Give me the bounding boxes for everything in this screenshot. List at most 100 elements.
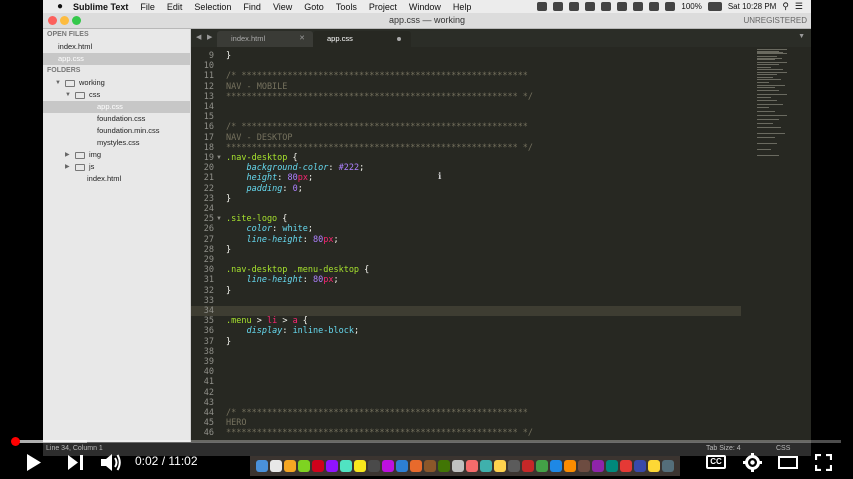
code-line[interactable]: height: 80px;	[226, 173, 313, 183]
video-progress-bar[interactable]	[10, 437, 841, 446]
status-icon-d[interactable]	[585, 2, 596, 11]
code-line[interactable]: ****************************************…	[226, 143, 533, 153]
closed-captions-button[interactable]: CC	[706, 455, 726, 469]
code-line[interactable]: ****************************************…	[226, 428, 533, 438]
minimap-line	[757, 115, 787, 116]
code-line[interactable]: .site-logo {	[226, 214, 287, 224]
tree-file[interactable]: foundation.css	[43, 113, 190, 125]
tab-close-icon[interactable]: ✕	[299, 31, 305, 47]
code-line[interactable]: line-height: 80px;	[226, 275, 338, 285]
tree-folder[interactable]: ▶ img	[43, 149, 190, 161]
status-icon-a[interactable]	[537, 2, 548, 11]
menu-edit[interactable]: Edit	[161, 2, 189, 12]
tree-folder[interactable]: ▼ working	[43, 77, 190, 89]
tree-file[interactable]: foundation.min.css	[43, 125, 190, 137]
code-line[interactable]: HERO	[226, 418, 246, 428]
tree-item-label: mystyles.css	[97, 138, 140, 147]
tab-left-arrow-icon[interactable]: ◀	[196, 33, 201, 41]
open-file-index-html[interactable]: index.html	[43, 41, 190, 53]
menu-find[interactable]: Find	[237, 2, 267, 12]
minimap-line	[757, 94, 787, 95]
code-line[interactable]: }	[226, 337, 231, 347]
menu-help[interactable]: Help	[447, 2, 478, 12]
tree-file[interactable]: mystyles.css	[43, 137, 190, 149]
code-line[interactable]: ****************************************…	[226, 92, 533, 102]
menu-project[interactable]: Project	[363, 2, 403, 12]
volume-icon[interactable]	[100, 452, 122, 473]
code-line[interactable]: }	[226, 194, 231, 204]
apple-icon[interactable]: ●	[53, 1, 67, 12]
minimap-line	[757, 133, 785, 134]
menu-window[interactable]: Window	[403, 2, 447, 12]
code-line[interactable]: padding: 0;	[226, 184, 302, 194]
code-line[interactable]: }	[226, 245, 231, 255]
code-line[interactable]: NAV - MOBILE	[226, 82, 287, 92]
tab-right-arrow-icon[interactable]: ▶	[207, 33, 212, 41]
code-line[interactable]: NAV - DESKTOP	[226, 133, 293, 143]
code-line[interactable]: /* *************************************…	[226, 408, 528, 418]
status-icon-b[interactable]	[553, 2, 564, 11]
code-line[interactable]: background-color: #222;	[226, 163, 364, 173]
fold-arrow-icon[interactable]: ▼	[216, 214, 222, 224]
open-files-header: OPEN FILES	[47, 31, 89, 38]
menu-view[interactable]: View	[267, 2, 298, 12]
bluetooth-icon[interactable]	[633, 2, 644, 11]
tree-file[interactable]: index.html	[43, 173, 190, 185]
minimap[interactable]	[755, 49, 795, 169]
disclosure-closed-icon[interactable]: ▶	[65, 149, 70, 161]
line-number: 42	[203, 387, 214, 398]
volume-icon[interactable]	[665, 2, 676, 11]
tree-folder[interactable]: ▼ css	[43, 89, 190, 101]
menu-selection[interactable]: Selection	[188, 2, 237, 12]
next-video-icon[interactable]	[67, 454, 84, 471]
code-line[interactable]: .nav-desktop .menu-desktop {	[226, 265, 369, 275]
theater-mode-icon[interactable]	[778, 456, 798, 469]
disclosure-closed-icon[interactable]: ▶	[65, 161, 70, 173]
tree-folder[interactable]: ▶ js	[43, 161, 190, 173]
status-icon-c[interactable]	[569, 2, 580, 11]
tab-app-css[interactable]: app.css	[313, 31, 411, 47]
scrubber-handle[interactable]	[10, 437, 20, 446]
open-file-app-css[interactable]: app.css	[43, 53, 190, 65]
code-line[interactable]: display: inline-block;	[226, 326, 359, 336]
fullscreen-icon[interactable]	[815, 454, 832, 471]
settings-gear-icon[interactable]	[743, 453, 762, 472]
code-line[interactable]: .menu > li > a {	[226, 316, 308, 326]
tree-file[interactable]: app.css	[43, 101, 190, 113]
tab-index-html[interactable]: index.html ✕	[217, 31, 313, 47]
timemachine-icon[interactable]	[617, 2, 628, 11]
code-line[interactable]: }	[226, 51, 231, 61]
code-editor[interactable]: 9} 10 11 /* *******************************…	[191, 47, 811, 442]
unsaved-dot-icon[interactable]	[397, 37, 401, 41]
play-icon[interactable]	[26, 453, 42, 472]
minimap-line	[757, 104, 783, 105]
battery-icon[interactable]	[707, 2, 722, 11]
folder-icon	[75, 164, 85, 171]
clock-status-icon[interactable]	[601, 2, 612, 11]
line-number: 31	[203, 275, 214, 286]
video-controls: 0:02 / 11:02 CC	[0, 446, 853, 479]
code-line[interactable]: /* *************************************…	[226, 71, 528, 81]
code-line[interactable]: .nav-desktop {	[226, 153, 298, 163]
menu-goto[interactable]: Goto	[298, 2, 330, 12]
tab-overflow-icon[interactable]: ▼	[798, 33, 805, 40]
code-line[interactable]: color: white;	[226, 224, 313, 234]
menu-app-name[interactable]: Sublime Text	[67, 2, 134, 12]
notification-center-icon[interactable]: ☰	[795, 1, 803, 12]
code-line[interactable]: line-height: 80px;	[226, 235, 338, 245]
battery-percent[interactable]: 100%	[681, 2, 701, 11]
line-number: 28	[203, 244, 214, 255]
code-line[interactable]: }	[226, 286, 231, 296]
menu-file[interactable]: File	[134, 2, 161, 12]
code-line[interactable]: /* *************************************…	[226, 122, 528, 132]
minimap-line	[757, 72, 787, 73]
spotlight-icon[interactable]: ⚲	[782, 1, 789, 12]
fold-arrow-icon[interactable]: ▼	[216, 153, 222, 163]
menubar-clock[interactable]: Sat 10:28 PM	[728, 2, 776, 11]
tree-item-label: index.html	[87, 174, 122, 183]
menu-tools[interactable]: Tools	[330, 2, 363, 12]
wifi-icon[interactable]	[649, 2, 660, 11]
disclosure-open-icon[interactable]: ▼	[55, 77, 61, 89]
disclosure-open-icon[interactable]: ▼	[65, 89, 71, 101]
minimap-line	[757, 107, 769, 108]
